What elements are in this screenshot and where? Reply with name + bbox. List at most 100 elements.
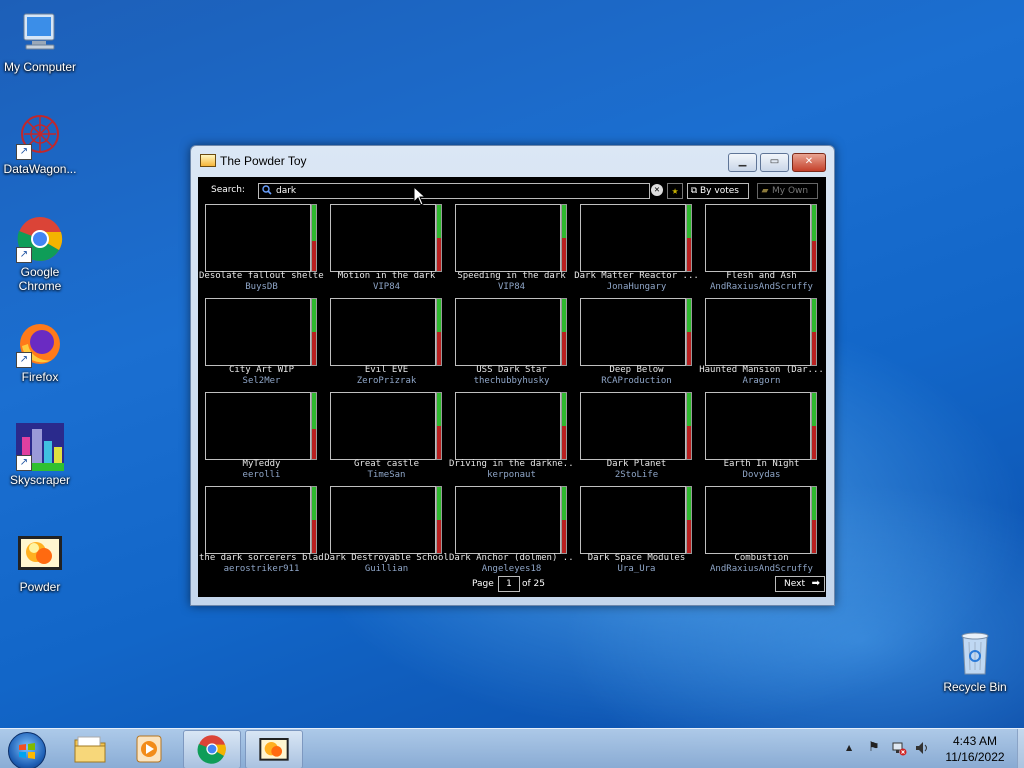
save-author[interactable]: BuysDB <box>199 282 324 292</box>
save-card[interactable]: Dark Planet 2StoLife <box>580 392 693 484</box>
save-author[interactable]: Sel2Mer <box>199 376 324 386</box>
clear-search-icon[interactable]: ✕ <box>651 184 663 196</box>
save-author[interactable]: Dovydas <box>699 470 824 480</box>
save-card[interactable]: Driving in the darkne... kerponaut <box>449 392 574 484</box>
save-card[interactable]: Motion in the dark VIP84 <box>330 204 443 296</box>
save-thumbnail[interactable] <box>455 298 561 366</box>
vote-down-fill <box>562 520 566 553</box>
desktop-icon-firefox[interactable]: ↗ Firefox <box>0 320 80 384</box>
save-card[interactable]: Dark Matter Reactor ... JonaHungary <box>574 204 699 296</box>
save-author[interactable]: VIP84 <box>324 282 449 292</box>
save-thumbnail[interactable] <box>705 486 811 554</box>
my-own-button[interactable]: ▰ My Own <box>757 183 818 199</box>
save-thumbnail[interactable] <box>455 392 561 460</box>
vote-up-fill <box>812 299 816 332</box>
save-card[interactable]: Dark Space Modules Ura_Ura <box>580 486 693 578</box>
save-card[interactable]: Haunted Mansion (Dar... Aragorn <box>699 298 824 390</box>
save-author[interactable]: Aragorn <box>699 376 824 386</box>
save-author[interactable]: thechubbyhusky <box>449 376 574 386</box>
save-author[interactable]: TimeSan <box>324 470 449 480</box>
save-author[interactable]: Angeleyes18 <box>449 564 574 574</box>
search-box[interactable] <box>258 183 650 199</box>
maximize-button[interactable]: ▭ <box>760 153 789 172</box>
save-author[interactable]: RCAProduction <box>574 376 699 386</box>
save-author[interactable]: AndRaxiusAndScruffy <box>699 564 824 574</box>
save-card[interactable]: Evil EVE ZeroPrizrak <box>330 298 443 390</box>
save-card[interactable]: Dark Destroyable School Guillian <box>324 486 449 578</box>
minimize-button[interactable]: ▁ <box>728 153 757 172</box>
save-thumbnail[interactable] <box>330 204 436 272</box>
desktop-icon-powder[interactable]: Powder <box>0 530 80 594</box>
taskbar-powder-toy[interactable] <box>245 730 303 768</box>
favorite-star-icon[interactable]: ★ <box>667 183 683 199</box>
desktop-icon-skyscraper[interactable]: ↗ Skyscraper <box>0 423 80 487</box>
save-card[interactable]: City Art WIP Sel2Mer <box>205 298 318 390</box>
vote-up-fill <box>562 299 566 332</box>
show-hidden-icons-icon[interactable]: ▲ <box>846 743 852 752</box>
save-thumbnail[interactable] <box>205 204 311 272</box>
action-center-icon[interactable]: ⚑ <box>866 740 882 756</box>
save-card[interactable]: MyTeddy eerolli <box>205 392 318 484</box>
save-thumbnail[interactable] <box>705 392 811 460</box>
save-thumbnail[interactable] <box>705 204 811 272</box>
save-card[interactable]: Desolate fallout shelter BuysDB <box>199 204 324 296</box>
save-thumbnail[interactable] <box>205 298 311 366</box>
save-thumbnail[interactable] <box>330 486 436 554</box>
save-author[interactable]: 2StoLife <box>574 470 699 480</box>
save-card[interactable]: Speeding in the dark VIP84 <box>455 204 568 296</box>
save-thumbnail[interactable] <box>205 392 311 460</box>
taskbar-media-player[interactable] <box>121 730 177 767</box>
save-author[interactable]: eerolli <box>199 470 324 480</box>
vote-down-fill <box>437 332 441 365</box>
save-card[interactable]: the dark sorcerers blade aerostriker911 <box>199 486 324 578</box>
save-thumbnail[interactable] <box>580 486 686 554</box>
close-button[interactable]: ✕ <box>792 153 826 172</box>
save-thumbnail[interactable] <box>455 486 561 554</box>
start-button[interactable] <box>8 732 46 768</box>
sort-by-votes-button[interactable]: ⧉ By votes <box>687 183 749 199</box>
save-author[interactable]: ZeroPrizrak <box>324 376 449 386</box>
taskbar-explorer[interactable] <box>62 730 118 767</box>
save-card[interactable]: Deep Below RCAProduction <box>580 298 693 390</box>
save-thumbnail[interactable] <box>330 298 436 366</box>
save-author[interactable]: JonaHungary <box>574 282 699 292</box>
save-author[interactable]: kerponaut <box>449 470 574 480</box>
save-author[interactable]: AndRaxiusAndScruffy <box>699 282 824 292</box>
save-thumbnail[interactable] <box>580 204 686 272</box>
shortcut-arrow-icon: ↗ <box>16 352 32 368</box>
save-card[interactable]: Combustion AndRaxiusAndScruffy <box>705 486 818 578</box>
save-author[interactable]: Ura_Ura <box>574 564 699 574</box>
taskbar-chrome[interactable] <box>183 730 241 768</box>
desktop-icon-my-computer[interactable]: My Computer <box>0 10 80 74</box>
save-thumbnail[interactable] <box>580 298 686 366</box>
taskbar-clock[interactable]: 4:43 AM 11/16/2022 <box>935 733 1015 765</box>
save-thumbnail[interactable] <box>580 392 686 460</box>
desktop-icon-recycle-bin[interactable]: Recycle Bin <box>935 630 1015 694</box>
save-thumbnail[interactable] <box>455 204 561 272</box>
save-card[interactable]: USS Dark Star thechubbyhusky <box>455 298 568 390</box>
save-author[interactable]: Guillian <box>324 564 449 574</box>
volume-icon[interactable] <box>914 740 930 756</box>
network-icon[interactable] <box>891 740 907 756</box>
save-title: USS Dark Star <box>476 365 547 375</box>
vote-up-fill <box>812 205 816 241</box>
desktop-icon-datawagon[interactable]: ↗ DataWagon... <box>0 112 80 176</box>
show-desktop-button[interactable] <box>1017 729 1024 768</box>
search-input[interactable] <box>276 184 636 198</box>
vote-down-fill <box>562 426 566 459</box>
save-card[interactable]: Dark Anchor (dolmen) ... Angeleyes18 <box>449 486 574 578</box>
save-thumbnail[interactable] <box>330 392 436 460</box>
save-author[interactable]: VIP84 <box>449 282 574 292</box>
save-title: Speeding in the dark <box>457 271 566 281</box>
desktop-icon-google-chrome[interactable]: ↗ Google Chrome <box>0 215 80 293</box>
page-number-input[interactable] <box>498 576 520 592</box>
save-author[interactable]: aerostriker911 <box>199 564 324 574</box>
save-card[interactable]: Earth In Night Dovydas <box>705 392 818 484</box>
save-thumbnail[interactable] <box>705 298 811 366</box>
save-thumbnail[interactable] <box>205 486 311 554</box>
next-page-button[interactable]: Next ➡ <box>775 576 825 592</box>
window-titlebar[interactable]: The Powder Toy ▁ ▭ ✕ <box>191 146 834 176</box>
save-card[interactable]: Great castle TimeSan <box>330 392 443 484</box>
save-card[interactable]: Flesh and Ash AndRaxiusAndScruffy <box>705 204 818 296</box>
vote-down-fill <box>687 520 691 553</box>
